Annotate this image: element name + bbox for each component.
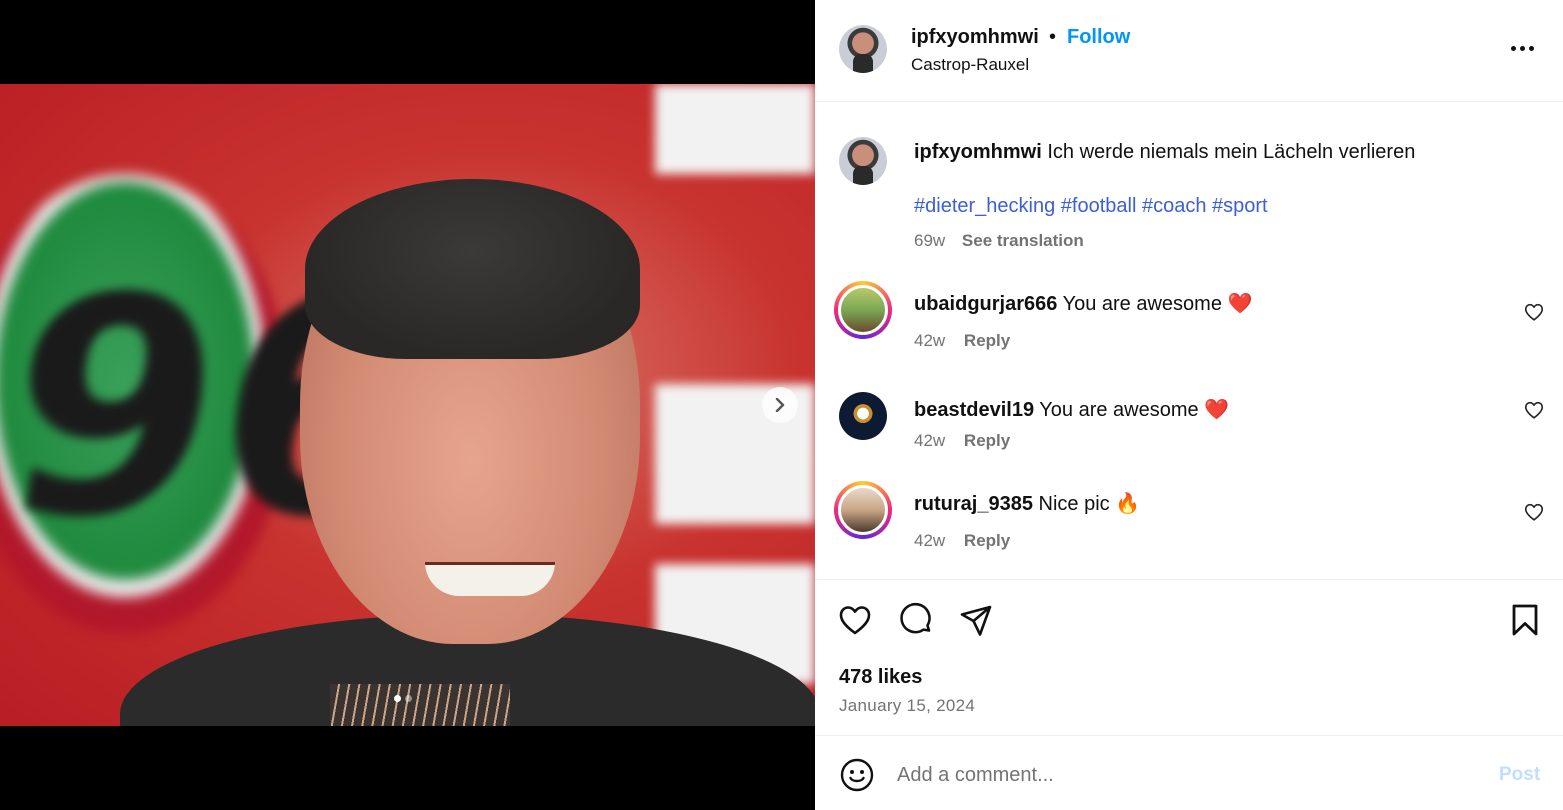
reply-button[interactable]: Reply: [964, 331, 1010, 350]
owner-username[interactable]: ipfxyomhmwi: [911, 26, 1039, 49]
owner-avatar[interactable]: [839, 25, 887, 73]
next-slide-button[interactable]: [762, 387, 798, 423]
comment-item: ruturaj_9385 Nice pic 🔥 42w Reply: [815, 481, 1563, 571]
hashtag-link[interactable]: #football: [1061, 195, 1137, 217]
comment-username[interactable]: ubaidgurjar666: [914, 293, 1057, 315]
comment-body: You are awesome ❤️: [1062, 293, 1253, 315]
follow-button[interactable]: Follow: [1067, 26, 1130, 49]
post-actions: 478 likes January 15, 2024: [815, 579, 1563, 736]
comment-meta: 42w Reply: [914, 431, 1010, 451]
comment-age: 42w: [914, 331, 946, 350]
comment-username[interactable]: beastdevil19: [914, 399, 1034, 421]
bookmark-icon[interactable]: [1507, 602, 1543, 638]
post-location[interactable]: Castrop-Rauxel: [911, 55, 1029, 75]
post-details-panel: ipfxyomhmwi • Follow Castrop-Rauxel ipfx…: [815, 0, 1563, 810]
media-viewer: 96: [0, 0, 815, 810]
post-photo: 96: [0, 84, 815, 726]
slide-indicator: [394, 695, 412, 702]
heart-icon[interactable]: [1523, 399, 1545, 421]
commenter-avatar[interactable]: [834, 481, 892, 539]
hashtag-list: #dieter_hecking #football #coach #sport: [914, 195, 1268, 218]
like-heart-icon[interactable]: [837, 602, 873, 638]
comment-meta: 42w Reply: [914, 531, 1010, 551]
comment-item: ubaidgurjar666 You are awesome ❤️ 42w Re…: [815, 281, 1563, 371]
comment-age: 42w: [914, 531, 946, 550]
comment-composer: Post: [815, 737, 1563, 810]
more-options-icon[interactable]: [1507, 36, 1537, 60]
caption-meta: 69w See translation: [914, 231, 1084, 251]
see-translation-link[interactable]: See translation: [962, 231, 1084, 250]
post-comment-button[interactable]: Post: [1499, 764, 1540, 786]
comment-text: ubaidgurjar666 You are awesome ❤️: [914, 291, 1252, 316]
heart-icon[interactable]: [1523, 501, 1545, 523]
post-header: ipfxyomhmwi • Follow Castrop-Rauxel: [815, 0, 1563, 102]
hashtag-link[interactable]: #sport: [1212, 195, 1268, 217]
comment-text: ruturaj_9385 Nice pic 🔥: [914, 491, 1140, 516]
slide-dot-active: [394, 695, 401, 702]
hashtag-link[interactable]: #dieter_hecking: [914, 195, 1055, 217]
comment-username[interactable]: ruturaj_9385: [914, 493, 1033, 515]
comment-text: beastdevil19 You are awesome ❤️: [914, 397, 1229, 422]
emoji-icon[interactable]: [839, 757, 875, 793]
caption-age: 69w: [914, 231, 946, 250]
heart-icon[interactable]: [1523, 301, 1545, 323]
likes-count[interactable]: 478 likes: [839, 666, 922, 689]
comment-icon[interactable]: [898, 602, 934, 638]
caption-avatar[interactable]: [839, 137, 887, 185]
comment-input[interactable]: [897, 759, 1457, 791]
commenter-avatar[interactable]: [834, 281, 892, 339]
separator-dot: •: [1049, 26, 1057, 48]
share-icon[interactable]: [958, 602, 994, 638]
comment-body: Nice pic 🔥: [1038, 493, 1141, 515]
hashtag-link[interactable]: #coach: [1142, 195, 1207, 217]
caption-username[interactable]: ipfxyomhmwi: [914, 141, 1042, 163]
reply-button[interactable]: Reply: [964, 431, 1010, 450]
slide-dot: [405, 695, 412, 702]
caption-body: Ich werde niemals mein Lächeln verlieren: [1047, 141, 1416, 163]
reply-button[interactable]: Reply: [964, 531, 1010, 550]
comment-meta: 42w Reply: [914, 331, 1010, 351]
commenter-avatar[interactable]: [834, 387, 892, 445]
comment-item: beastdevil19 You are awesome ❤️ 42w Repl…: [815, 387, 1563, 477]
comment-body: You are awesome ❤️: [1039, 399, 1230, 421]
post-date: January 15, 2024: [839, 696, 976, 715]
chevron-right-icon: [775, 398, 785, 412]
caption-text: ipfxyomhmwi Ich werde niemals mein Läche…: [914, 141, 1415, 164]
comment-age: 42w: [914, 431, 946, 450]
